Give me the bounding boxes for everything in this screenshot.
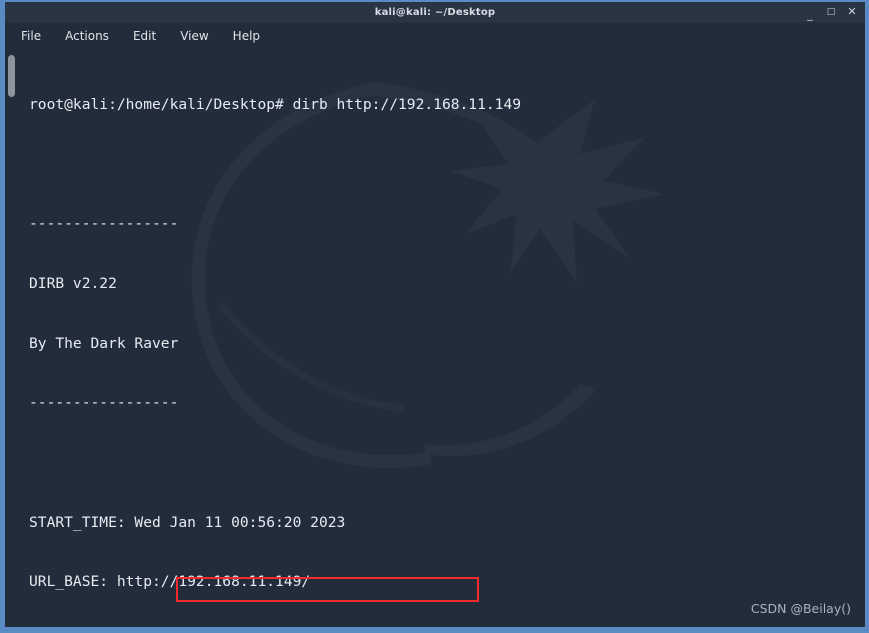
terminal-line: -----------------: [29, 215, 179, 233]
terminal-line: DIRB v2.22: [29, 274, 117, 292]
window-titlebar[interactable]: kali@kali: ~/Desktop _ □ ✕: [5, 2, 865, 23]
terminal-line: URL_BASE: http://192.168.11.149/: [29, 573, 311, 591]
window-controls: _ □ ✕: [805, 2, 857, 22]
terminal-window: kali@kali: ~/Desktop _ □ ✕ File Actions …: [0, 0, 869, 633]
menu-item-help[interactable]: Help: [231, 28, 262, 44]
menubar: File Actions Edit View Help: [5, 23, 865, 49]
menu-item-actions[interactable]: Actions: [63, 28, 111, 44]
menu-item-file[interactable]: File: [19, 28, 43, 44]
menu-item-edit[interactable]: Edit: [131, 28, 158, 44]
close-icon[interactable]: ✕: [847, 6, 857, 17]
terminal-line: -----------------: [29, 394, 179, 412]
menu-item-view[interactable]: View: [178, 28, 210, 44]
terminal-line: By The Dark Raver: [29, 334, 179, 352]
minimize-icon[interactable]: _: [805, 9, 815, 20]
terminal-line: START_TIME: Wed Jan 11 00:56:20 2023: [29, 513, 346, 531]
maximize-icon[interactable]: □: [826, 7, 836, 17]
terminal-output-area[interactable]: root@kali:/home/kali/Desktop# dirb http:…: [5, 49, 865, 622]
csdn-watermark: CSDN @Beilay(): [750, 601, 851, 616]
terminal-line: root@kali:/home/kali/Desktop# dirb http:…: [29, 95, 522, 113]
window-title: kali@kali: ~/Desktop: [374, 6, 496, 18]
terminal-text: root@kali:/home/kali/Desktop# dirb http:…: [5, 49, 865, 622]
